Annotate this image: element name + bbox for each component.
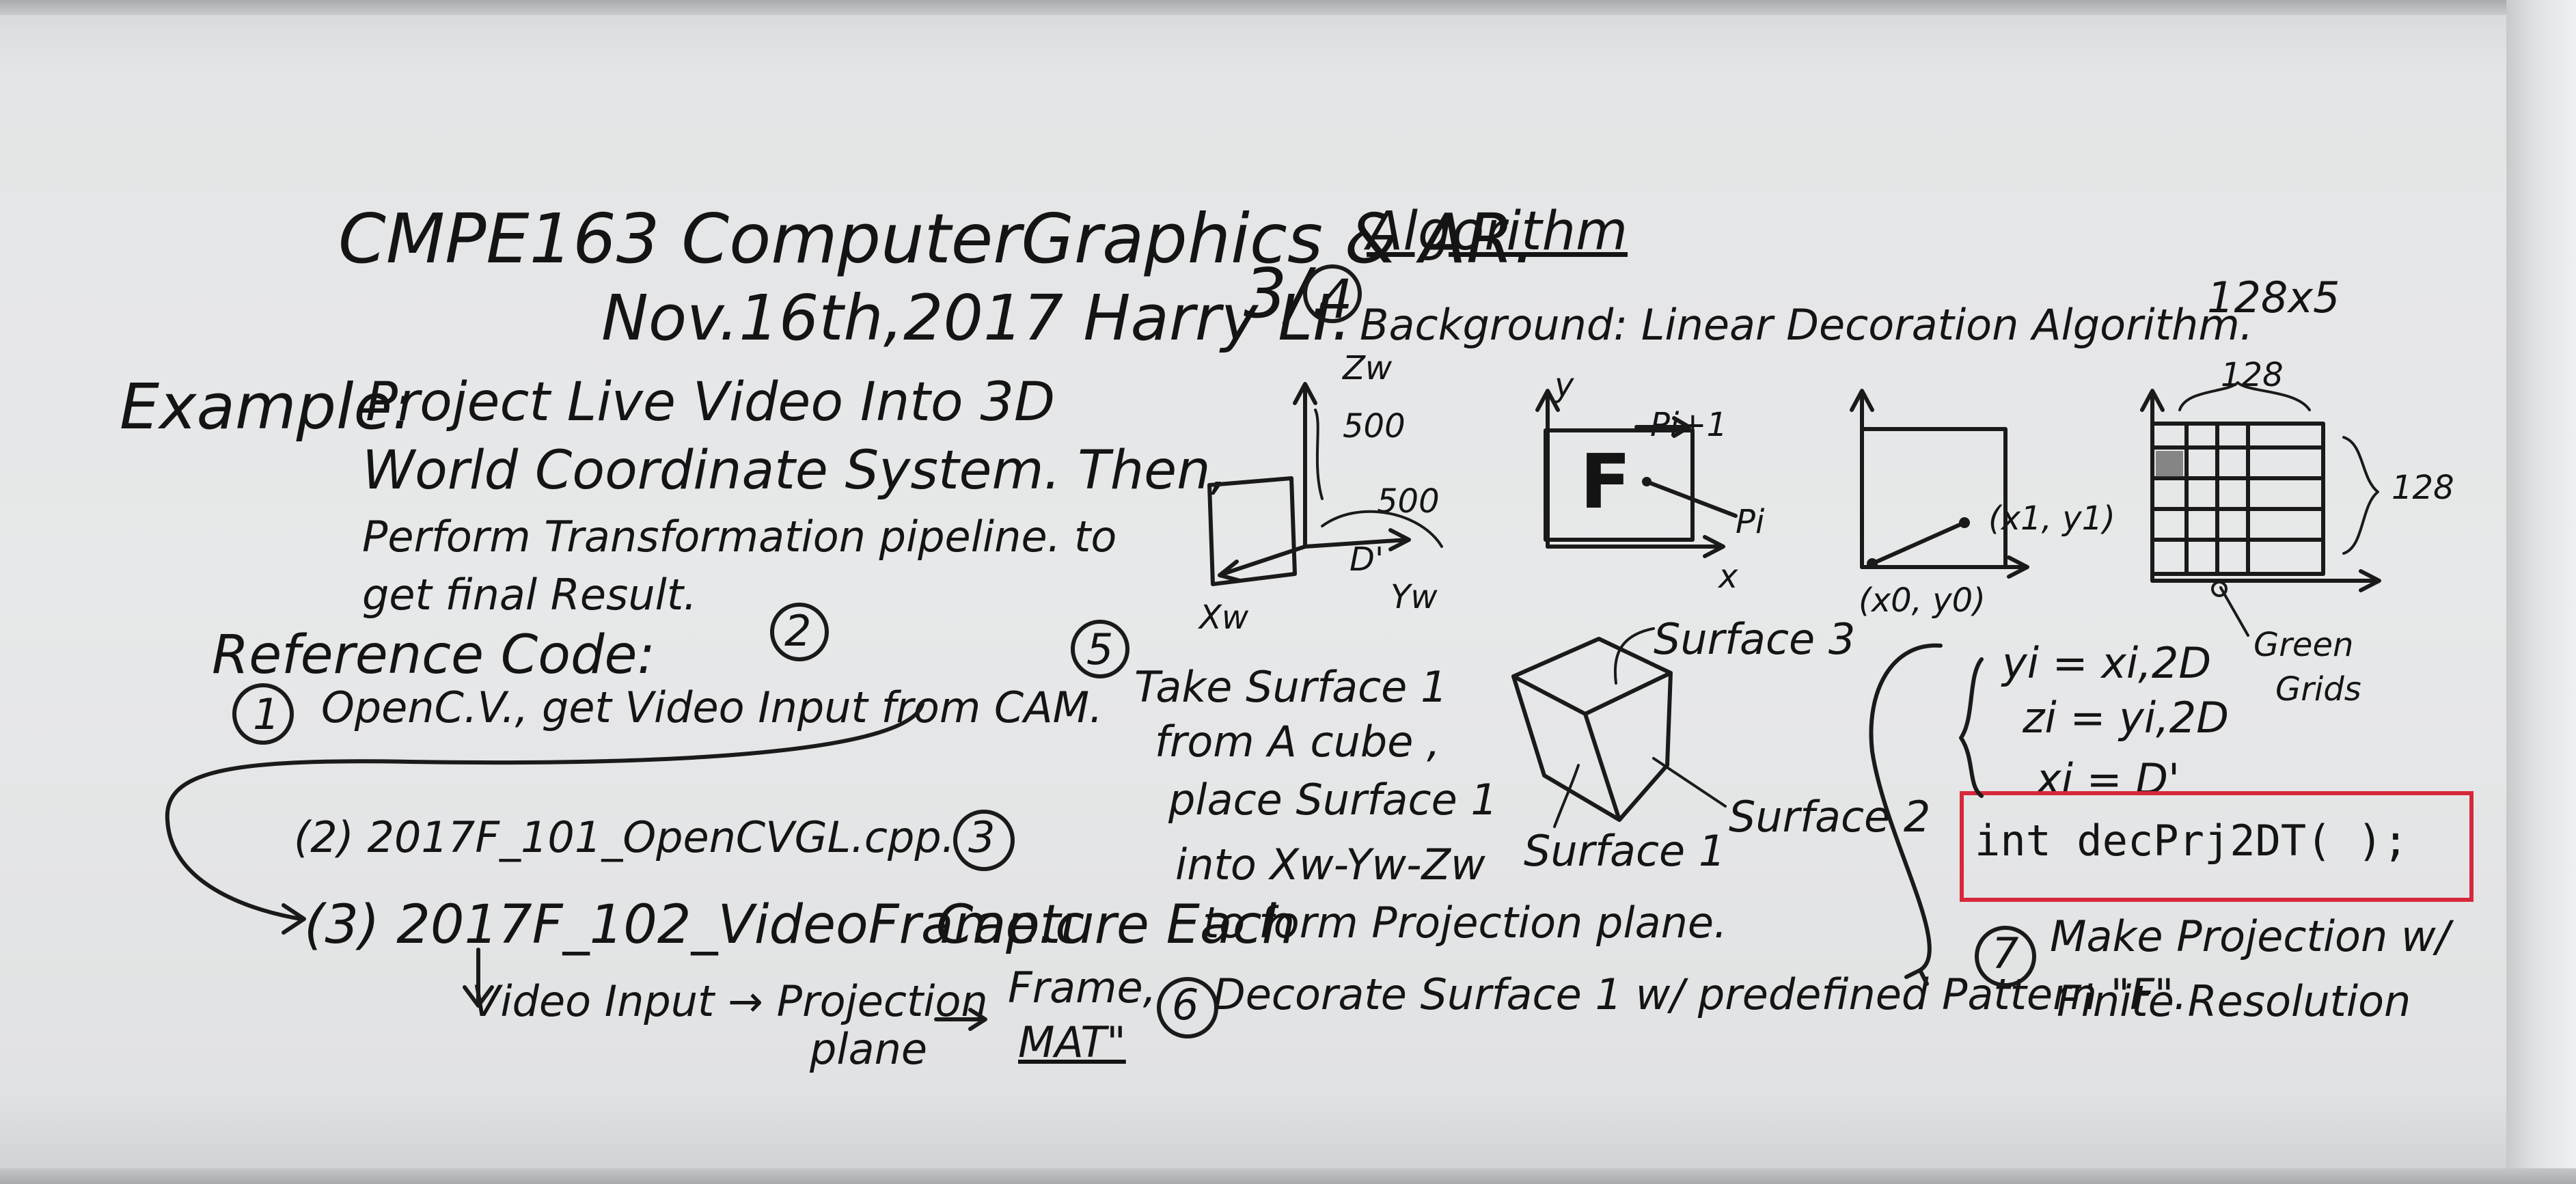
grid-top-brace <box>2178 381 2311 411</box>
equations-curve-head <box>1904 968 1929 986</box>
circle-step-4 <box>1303 264 1362 323</box>
point-x0-y0 <box>1867 558 1878 569</box>
circle-step-7 <box>1975 926 2036 987</box>
grid-cell-hatched <box>2156 451 2183 477</box>
point-x1-y1 <box>1959 517 1970 528</box>
equations-curve <box>1869 643 1943 972</box>
axis-3-frame <box>1862 427 2008 569</box>
point-pi <box>1642 477 1652 486</box>
axis-2-plane <box>1544 428 1695 542</box>
axis-1-zw <box>1293 382 1317 549</box>
circle-ref-2 <box>770 603 829 661</box>
pipeline-right-arrow <box>934 1008 987 1031</box>
surface-2-pointer <box>1652 757 1727 808</box>
axis-3-y <box>1850 389 1874 569</box>
equations-brace <box>1959 657 1984 798</box>
axis-3-x <box>1860 555 2029 579</box>
grid-green-marker <box>2211 581 2228 597</box>
axis-3-line <box>1870 521 1967 566</box>
pipeline-down-arrow <box>463 948 494 1008</box>
circle-step-6 <box>1157 977 1218 1038</box>
circle-step-3 <box>953 810 1015 871</box>
surface-1-pointer <box>1553 764 1580 828</box>
board-drawings <box>165 264 2381 1038</box>
axis-1-brace-500 <box>1314 409 1324 500</box>
circle-ref-1 <box>232 683 294 745</box>
circle-step-5 <box>1071 620 1129 678</box>
axis-1-yw <box>1303 528 1411 551</box>
grid-lines <box>2150 422 2325 576</box>
grid-side-brace <box>2342 436 2379 555</box>
vector-pi1-arrow <box>1634 416 1691 438</box>
axis-1-plane <box>1207 476 1297 586</box>
cube-top <box>1511 637 1673 716</box>
